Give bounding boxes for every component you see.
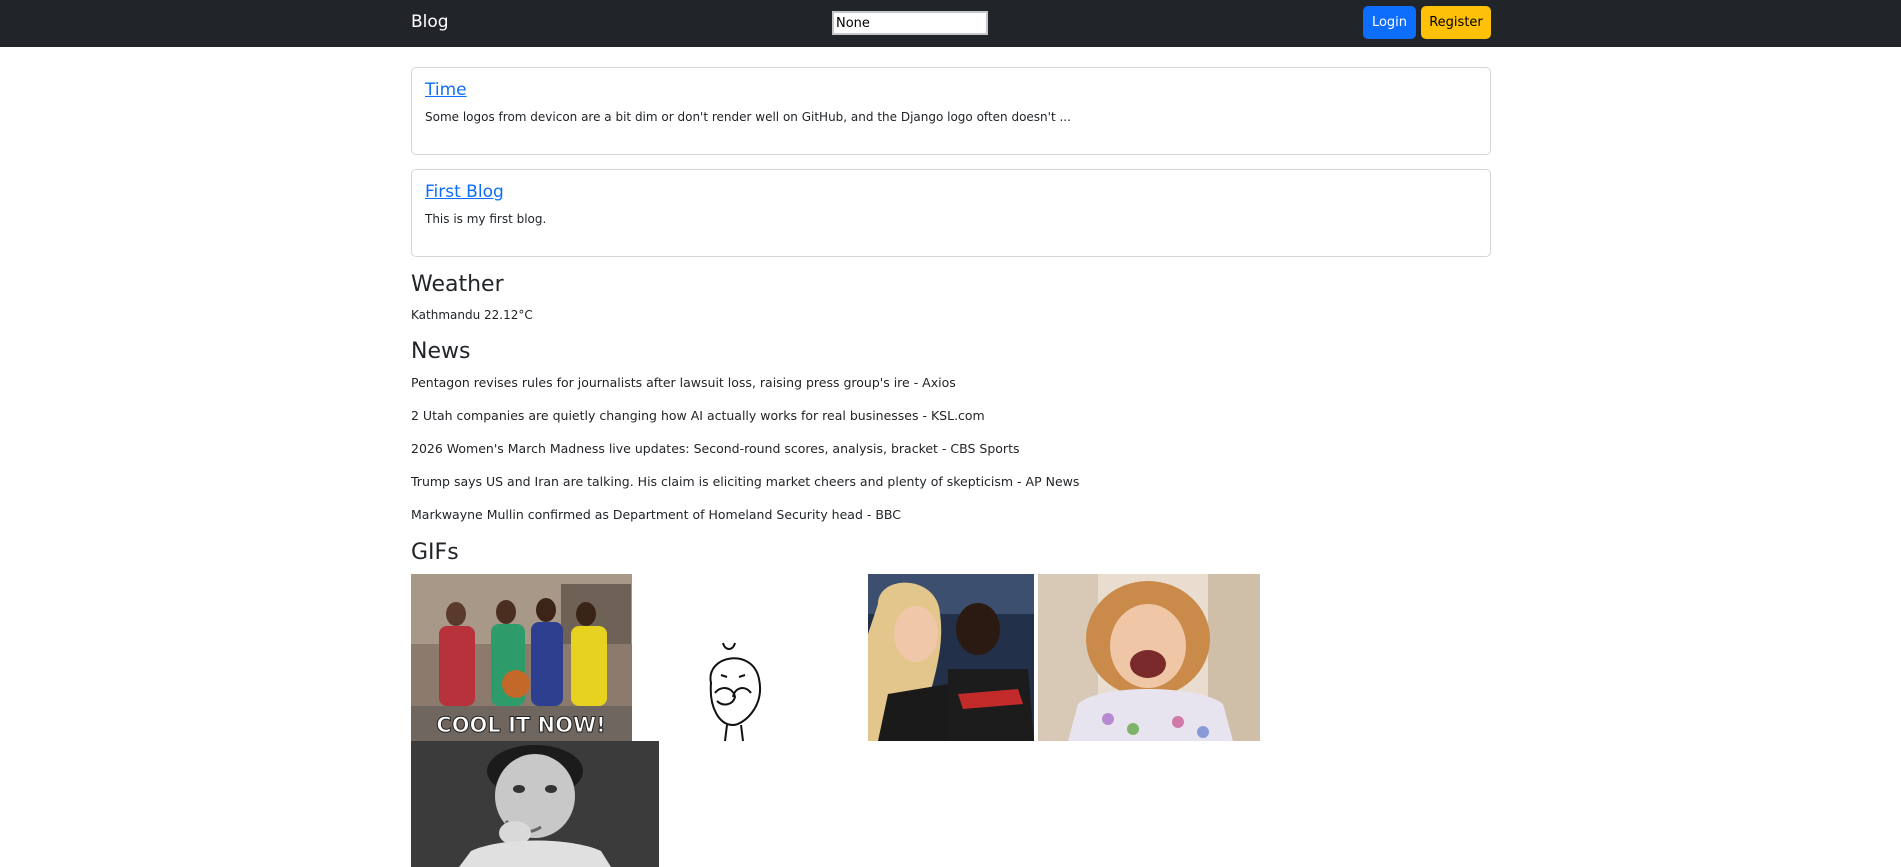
blog-card: Time Some logos from devicon are a bit d… bbox=[411, 67, 1491, 155]
blog-excerpt: Some logos from devicon are a bit dim or… bbox=[425, 110, 1071, 124]
login-button[interactable]: Login bbox=[1363, 6, 1416, 39]
news-item: Markwayne Mullin confirmed as Department… bbox=[411, 507, 902, 522]
gif-caption: COOL IT NOW! bbox=[436, 713, 605, 737]
thinking-boy-gif bbox=[411, 741, 659, 867]
blog-card: First Blog This is my first blog. bbox=[411, 169, 1491, 257]
news-heading: News bbox=[411, 339, 471, 364]
navbar: Blog Login Register bbox=[0, 0, 1901, 47]
register-button[interactable]: Register bbox=[1421, 6, 1491, 39]
news-item: Pentagon revises rules for journalists a… bbox=[411, 375, 956, 390]
blog-title-link[interactable]: Time bbox=[425, 80, 467, 100]
blog-title-link[interactable]: First Blog bbox=[425, 182, 504, 202]
laughing-woman-gif bbox=[1038, 574, 1260, 741]
weather-text: Kathmandu 22.12°C bbox=[411, 308, 533, 322]
news-item: 2 Utah companies are quietly changing ho… bbox=[411, 408, 985, 423]
basketball-hug-gif bbox=[868, 574, 1034, 741]
gifs-heading: GIFs bbox=[411, 540, 459, 565]
weather-heading: Weather bbox=[411, 272, 504, 297]
news-item: Trump says US and Iran are talking. His … bbox=[411, 474, 1080, 489]
brand-link[interactable]: Blog bbox=[411, 12, 449, 32]
cool-it-now-gif: COOL IT NOW! bbox=[411, 574, 632, 741]
blog-excerpt: This is my first blog. bbox=[425, 212, 547, 226]
cartoon-face-gif bbox=[683, 635, 783, 743]
location-input[interactable] bbox=[832, 11, 988, 35]
news-item: 2026 Women's March Madness live updates:… bbox=[411, 441, 1020, 456]
